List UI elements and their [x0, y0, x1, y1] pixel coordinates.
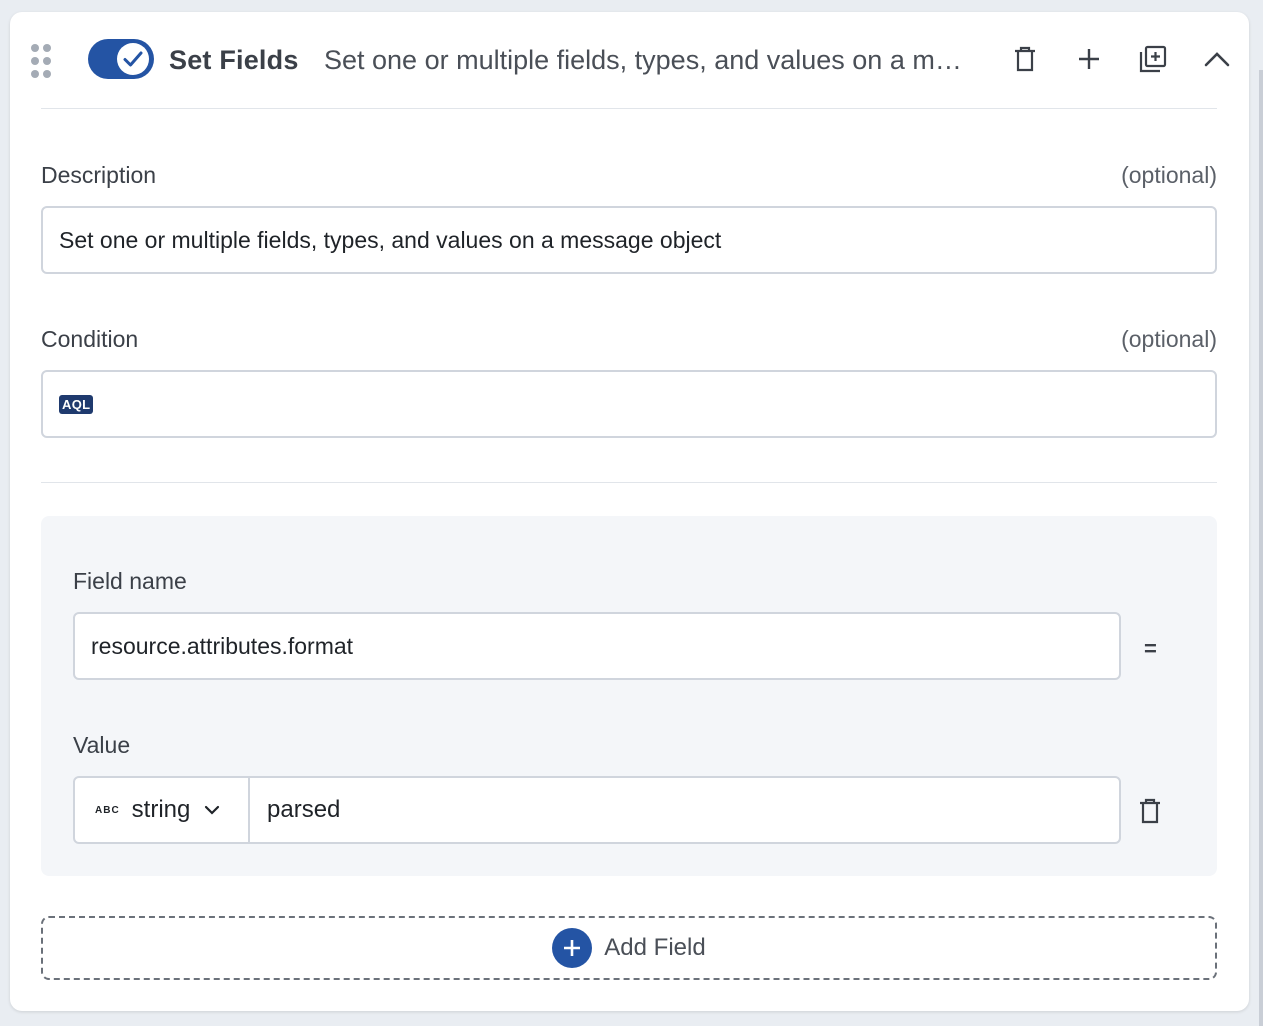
add-field-label: Add Field	[604, 934, 706, 961]
field-name-input[interactable]: resource.attributes.format	[73, 612, 1121, 680]
step-title: Set Fields	[169, 45, 299, 75]
equals-sign: =	[1144, 636, 1157, 661]
aql-badge: AQL	[59, 394, 94, 414]
type-select[interactable]: ABC string	[75, 778, 250, 842]
field-row-panel: Field name resource.attributes.format = …	[41, 516, 1217, 876]
delete-step-button[interactable]	[1008, 42, 1042, 76]
duplicate-icon	[1139, 45, 1167, 73]
condition-label: Condition	[41, 326, 139, 352]
plus-icon	[1079, 49, 1099, 69]
condition-optional-label: (optional)	[1121, 326, 1217, 352]
add-step-button[interactable]	[1072, 42, 1106, 76]
description-value: Set one or multiple fields, types, and v…	[59, 226, 722, 253]
delete-field-button[interactable]	[1133, 794, 1167, 828]
collapse-button[interactable]	[1200, 42, 1234, 76]
value-input-group: ABC string parsed	[73, 776, 1121, 844]
drag-handle-icon[interactable]	[31, 44, 53, 78]
field-name-value: resource.attributes.format	[91, 632, 354, 659]
value-input[interactable]: parsed	[267, 796, 340, 824]
abc-type-icon: ABC	[95, 804, 120, 816]
trash-icon	[1140, 798, 1160, 824]
enable-toggle[interactable]	[88, 39, 154, 79]
type-select-value: string	[131, 796, 191, 823]
description-optional-label: (optional)	[1121, 162, 1217, 188]
description-input[interactable]: Set one or multiple fields, types, and v…	[41, 206, 1217, 274]
add-field-button[interactable]: Add Field	[41, 916, 1217, 980]
chevron-up-icon	[1204, 52, 1230, 67]
header-divider	[41, 108, 1217, 109]
chevron-down-icon	[205, 805, 220, 815]
description-label: Description	[41, 162, 157, 188]
set-fields-card: Set Fields Set one or multiple fields, t…	[10, 12, 1249, 1011]
add-circle-icon	[552, 928, 593, 968]
step-header[interactable]: Set Fields Set one or multiple fields, t…	[10, 12, 1249, 108]
trash-icon	[1015, 46, 1035, 72]
section-divider	[41, 482, 1217, 483]
duplicate-step-button[interactable]	[1136, 42, 1170, 76]
condition-input[interactable]: AQL	[41, 370, 1217, 438]
scrollbar[interactable]	[1259, 70, 1263, 1026]
check-icon	[117, 43, 149, 75]
value-label: Value	[73, 732, 131, 758]
field-name-label: Field name	[73, 568, 187, 594]
step-summary: Set one or multiple fields, types, and v…	[324, 45, 962, 75]
